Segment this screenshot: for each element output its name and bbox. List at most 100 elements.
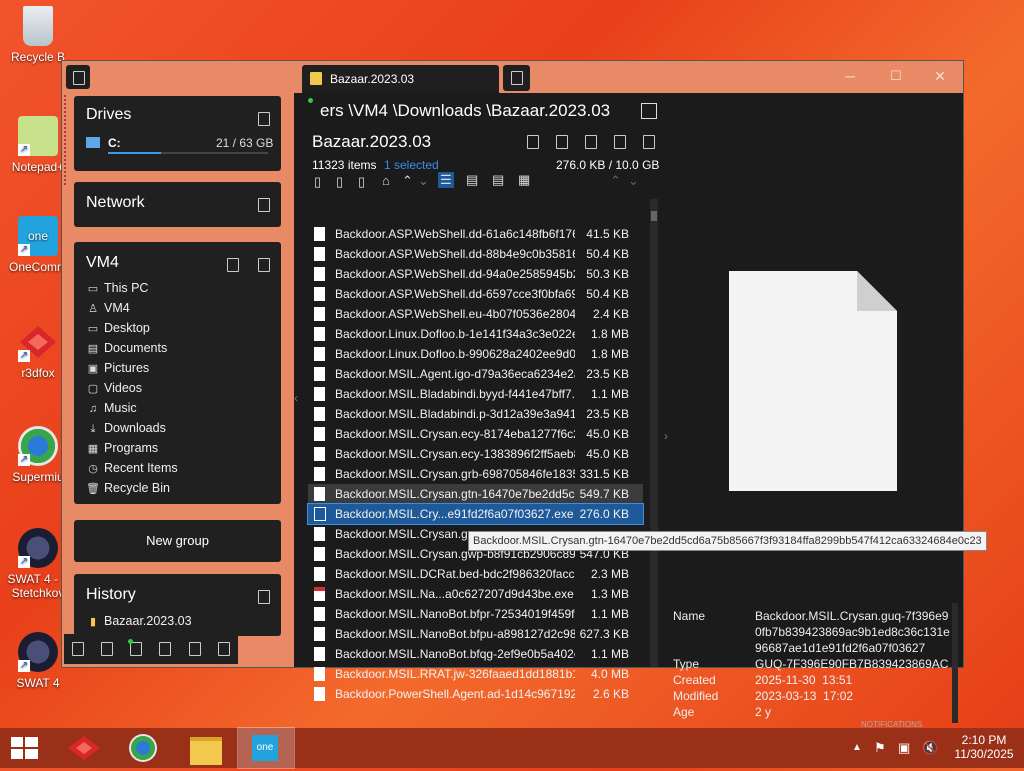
file-row[interactable]: Backdoor.MSIL.Bladabindi.byyd-f441e47bff…: [308, 384, 643, 404]
file-icon: [314, 487, 325, 501]
taskbar-r3dfox[interactable]: [56, 728, 112, 768]
breadcrumb-path[interactable]: ers \VM4 \Downloads \Bazaar.2023.03: [320, 101, 610, 121]
nav-documents[interactable]: ▤ Documents: [86, 339, 167, 357]
file-row[interactable]: Backdoor.MSIL.Cry...e91fd2f6a07f03627.ex…: [307, 503, 644, 525]
close-button[interactable]: ✕: [922, 65, 958, 89]
maximize-button[interactable]: ☐: [878, 65, 914, 89]
file-row[interactable]: Backdoor.MSIL.Bladabindi.p-3d12a39e3a941…: [308, 404, 643, 424]
collapse-left-icon[interactable]: ‹: [294, 391, 298, 405]
desktop-icon-onecommander[interactable]: one ↗ OneComm: [6, 216, 70, 274]
history-item[interactable]: ▮ Bazaar.2023.03: [86, 612, 192, 630]
grid-view-icon[interactable]: ▦: [518, 172, 530, 188]
action-center-flag-icon[interactable]: ⚑: [874, 728, 886, 768]
nav-music[interactable]: ♫ Music: [86, 399, 137, 417]
bottom-button-5[interactable]: [189, 642, 201, 656]
sort-down-icon[interactable]: ⌄: [418, 173, 429, 189]
network-icon[interactable]: ▣: [898, 728, 910, 768]
desktop-icon-recycle-bin[interactable]: Recycle B: [6, 6, 70, 64]
bottom-button-2[interactable]: [101, 642, 113, 656]
file-row[interactable]: Backdoor.MSIL.NanoBot.bfpr-72534019f459f…: [308, 604, 643, 624]
nav-pictures[interactable]: ▣ Pictures: [86, 359, 149, 377]
nav-vm4[interactable]: ♙ VM4: [86, 299, 130, 317]
minimize-button[interactable]: ─: [832, 65, 868, 89]
file-row[interactable]: Backdoor.MSIL.Crysan.grb-698705846fe1835…: [308, 464, 643, 484]
file-row[interactable]: Backdoor.ASP.WebShell.dd-94a0e2585945b2.…: [308, 264, 643, 284]
desktop-icon-swat4[interactable]: ↗ SWAT 4: [6, 632, 70, 690]
new-folder-icon[interactable]: ⌂: [382, 173, 390, 188]
new-tab-button[interactable]: [503, 65, 530, 91]
folder-action-button-4[interactable]: [614, 135, 626, 149]
list-view-icon[interactable]: ☰: [438, 172, 454, 188]
file-row[interactable]: Backdoor.MSIL.DCRat.bed-bdc2f986320facc2…: [308, 564, 643, 584]
nav-videos[interactable]: ▢ Videos: [86, 379, 142, 397]
volume-muted-icon[interactable]: 🔇: [922, 728, 938, 768]
status-dot-icon: [128, 639, 133, 644]
bottom-button-3[interactable]: [130, 642, 142, 656]
file-row[interactable]: Backdoor.ASP.WebShell.eu-4b07f0536e2804c…: [308, 304, 643, 324]
file-row[interactable]: Backdoor.MSIL.Crysan.gtn-16470e7be2dd5cd…: [308, 484, 643, 504]
columns-view-icon[interactable]: [641, 103, 657, 119]
bottom-button-4[interactable]: [159, 642, 171, 656]
desktop-icon-supermium[interactable]: ↗ Supermiu: [6, 426, 70, 484]
vm4-menu-button[interactable]: [258, 258, 270, 272]
file-explorer-icon: [190, 737, 222, 765]
desktop-icon-notepad-plus-plus[interactable]: ↗ Notepad+: [6, 116, 70, 174]
titlebar-left-button[interactable]: [66, 65, 90, 89]
show-hidden-icons-icon[interactable]: ▲: [852, 728, 862, 768]
file-row[interactable]: Backdoor.MSIL.Na...a0c627207d9d43be.exe 1…: [308, 584, 643, 604]
scroll-down-icon[interactable]: ⌄: [628, 173, 639, 189]
tab-active[interactable]: Bazaar.2023.03: [302, 65, 499, 93]
nav-desktop[interactable]: ▭ Desktop: [86, 319, 150, 337]
taskbar-file-explorer[interactable]: [178, 728, 234, 768]
file-row[interactable]: Backdoor.MSIL.Crysan.ecy-8174eba1277f6c2…: [308, 424, 643, 444]
vm4-pin-button[interactable]: [227, 258, 239, 272]
clock[interactable]: 2:10 PM 11/30/2025: [944, 728, 1024, 768]
folder-action-button-3[interactable]: [585, 135, 597, 149]
desktop-icon-swat4-stetchkov[interactable]: ↗ SWAT 4 - T Stetchkov: [6, 528, 70, 600]
bottom-button-6[interactable]: [218, 642, 230, 656]
file-row[interactable]: Backdoor.MSIL.Crysan.ecy-1383896f2ff5aeb…: [308, 444, 643, 464]
file-row[interactable]: Backdoor.ASP.WebShell.dd-88b4e9c0b35816.…: [308, 244, 643, 264]
copy-button[interactable]: ▯: [336, 174, 343, 190]
sort-up-icon[interactable]: ⌃: [402, 173, 413, 189]
taskbar-onecommander[interactable]: one: [237, 727, 295, 769]
list-scrollbar-thumb[interactable]: [651, 211, 657, 221]
nav-this-pc[interactable]: ▭ This PC: [86, 279, 149, 297]
compact-view-icon[interactable]: ▤: [492, 172, 504, 188]
nav-downloads[interactable]: ⤓ Downloads: [86, 419, 166, 437]
nav-recycle-bin[interactable]: 🗑 Recycle Bin: [86, 479, 170, 497]
file-row[interactable]: Backdoor.MSIL.NanoBot.bfqg-2ef9e0b5a402e…: [308, 644, 643, 664]
list-scrollbar[interactable]: [650, 199, 658, 667]
file-row[interactable]: Backdoor.Linux.Dofloo.b-990628a2402ee9d0…: [308, 344, 643, 364]
network-menu-button[interactable]: [258, 198, 270, 212]
history-menu-button[interactable]: [258, 590, 270, 604]
paste-button[interactable]: ▯: [358, 174, 365, 190]
expand-right-icon[interactable]: ›: [664, 429, 668, 443]
file-row[interactable]: Backdoor.ASP.WebShell.dd-6597cce3f0bfa69…: [308, 284, 643, 304]
file-row[interactable]: Backdoor.MSIL.NanoBot.bfpu-a898127d2c98f…: [308, 624, 643, 644]
new-group-button[interactable]: New group: [74, 520, 281, 562]
scroll-up-icon[interactable]: ⌃: [610, 173, 621, 189]
nav-recent-items[interactable]: ◷ Recent Items: [86, 459, 177, 477]
file-row[interactable]: Backdoor.ASP.WebShell.dd-61a6c148fb6f176…: [308, 224, 643, 244]
start-button[interactable]: [0, 728, 56, 768]
new-file-button[interactable]: ▯: [314, 174, 321, 190]
desktop-icon-r3dfox[interactable]: ↗ r3dfox: [6, 322, 70, 380]
folder-action-button-5[interactable]: [643, 135, 655, 149]
folder-action-button-2[interactable]: [556, 135, 568, 149]
drive-c[interactable]: C: 21 / 63 GB: [84, 134, 274, 156]
drives-menu-button[interactable]: [258, 112, 270, 126]
bottom-button-1[interactable]: [72, 642, 84, 656]
file-name: Backdoor.PowerShell.Agent.ad-1d14c967192…: [335, 687, 575, 701]
details-view-icon[interactable]: ▤: [466, 172, 478, 188]
taskbar-supermium[interactable]: [116, 728, 172, 768]
nav-label: Pictures: [104, 361, 150, 375]
file-row[interactable]: Backdoor.PowerShell.Agent.ad-1d14c967192…: [308, 684, 643, 704]
file-row[interactable]: Backdoor.Linux.Dofloo.b-1e141f34a3c3e022…: [308, 324, 643, 344]
nav-programs[interactable]: ▦ Programs: [86, 439, 158, 457]
file-row[interactable]: Backdoor.MSIL.RRAT.jw-326faaed1dd1881b1.…: [308, 664, 643, 684]
file-row[interactable]: Backdoor.MSIL.Agent.igo-d79a36eca6234e2a…: [308, 364, 643, 384]
folder-action-button-1[interactable]: [527, 135, 539, 149]
info-scrollbar[interactable]: [952, 603, 958, 723]
desktop-icon-label: Recycle B: [10, 50, 66, 64]
